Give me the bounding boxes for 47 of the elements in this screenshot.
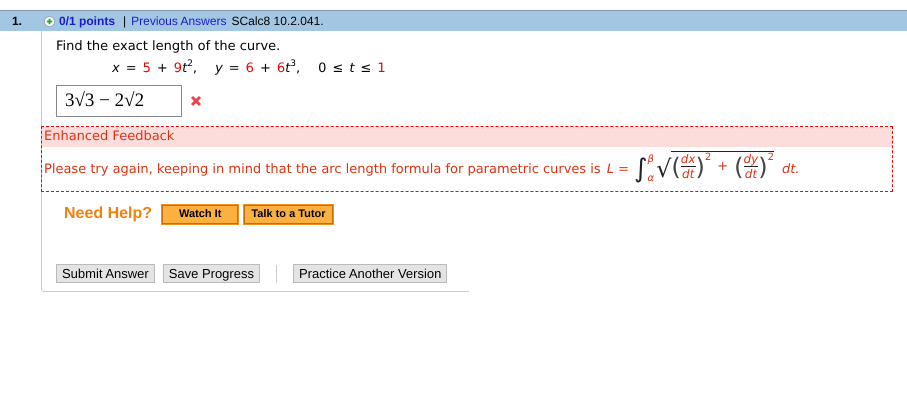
question-number: 1. [12,14,24,28]
math-comma: , [296,61,300,76]
differential: dt. [782,162,800,176]
plus-icon[interactable] [44,16,55,26]
lower-limit: α [648,173,654,184]
math-operator: = [126,61,137,76]
math-number: 6 [276,61,286,76]
need-help-label: Need Help? [64,205,152,223]
points-link[interactable]: 0/1 points [59,14,116,28]
previous-answers-link[interactable]: Previous Answers [131,14,227,28]
math-number: 5 [142,61,151,76]
parenthesis: ( [671,152,681,180]
math-operator: = [228,61,240,76]
math-operator: ≤ [332,61,344,76]
math-exponent: 3 [290,59,296,69]
parenthesis: ) [696,152,705,180]
integral-sign: ∫ [634,154,648,184]
action-button[interactable]: Save Progress [162,264,260,283]
math-operator: + [156,61,168,76]
math-exponent: 2 [187,59,193,69]
feedback-title: Enhanced Feedback [42,127,892,147]
math-variable: t [182,61,188,76]
math-variable: t [285,61,290,76]
math-variable: y [215,61,223,76]
math-number: 1 [377,61,386,76]
math-number: 0 [318,61,326,76]
math-comma: , [192,61,198,76]
math-number: 6 [246,61,254,76]
upper-limit: β [648,154,654,165]
feedback-message: Please try again, keeping in mind that the arc length formula for parametric curves is [44,162,601,176]
math-number: 9 [174,61,182,76]
math-operator: ≤ [360,61,372,76]
help-button[interactable]: Talk to a Tutor [244,204,333,224]
math-variable: x [112,61,120,76]
answer-field[interactable]: 3√3 − 2√2 [56,85,182,117]
formula-lhs: L = [606,162,629,176]
parenthesis: ) [758,152,768,180]
root-sign: √ [656,155,672,183]
parenthesis: ( [734,152,744,180]
help-button[interactable]: Watch It [162,204,238,224]
separator: | [123,14,126,28]
question-reference: SCalc8 10.2.041. [232,14,324,28]
math-operator: + [260,61,271,76]
question-prompt: Find the exact length of the curve. [56,39,282,54]
practice-button[interactable]: Practice Another Version [292,264,448,283]
action-button[interactable]: Submit Answer [56,264,155,283]
math-variable: t [349,61,354,76]
